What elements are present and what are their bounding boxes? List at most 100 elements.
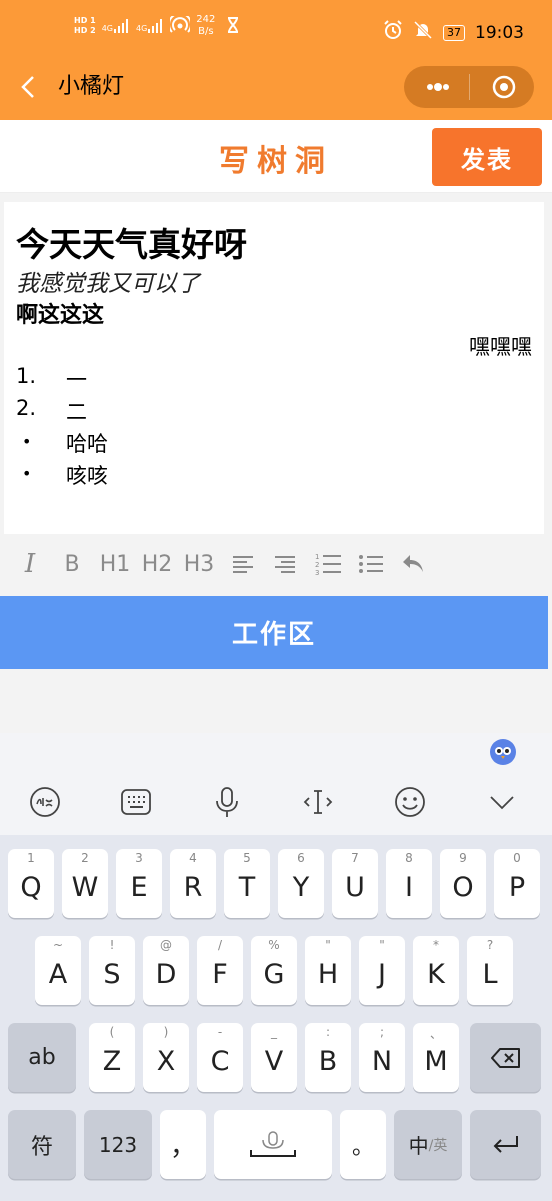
key-v[interactable]: _ V [251, 1023, 297, 1092]
key-hint: % [268, 938, 280, 952]
battery-icon: 37 [443, 24, 465, 41]
undo-icon[interactable] [398, 546, 428, 582]
key-l[interactable]: ? L [467, 936, 513, 1005]
key-hint: " [379, 938, 385, 952]
backspace-key[interactable] [470, 1023, 541, 1092]
key-h[interactable]: " H [305, 936, 351, 1005]
key-g[interactable]: % G [251, 936, 297, 1005]
key-j[interactable]: " J [359, 936, 405, 1005]
key-e[interactable]: 3E [116, 849, 162, 918]
cursor-move-icon[interactable] [300, 784, 336, 820]
emoji-icon[interactable] [392, 784, 428, 820]
key-letter: Q [20, 872, 42, 903]
publish-button[interactable]: 发表 [432, 128, 542, 186]
workarea-button[interactable]: 工作区 [0, 596, 548, 669]
italic-icon[interactable]: I [16, 546, 44, 582]
key-letter: M [424, 1046, 448, 1077]
key-s[interactable]: ! S [89, 936, 135, 1005]
key-f[interactable]: / F [197, 936, 243, 1005]
capsule-divider [469, 74, 470, 100]
back-icon[interactable] [14, 72, 44, 102]
h3-icon[interactable]: H3 [182, 546, 216, 582]
key-hint: ( [109, 1025, 115, 1039]
key-a[interactable]: ~ A [35, 936, 81, 1005]
signal2-icon: 4G [136, 19, 164, 33]
ordered-list-icon[interactable]: 123 [312, 546, 344, 582]
key-x[interactable]: ) X [143, 1023, 189, 1092]
space-key[interactable] [214, 1110, 332, 1179]
key-hint: 8 [405, 851, 413, 865]
key-b[interactable]: :B [305, 1023, 351, 1092]
align-right-icon[interactable] [270, 546, 300, 582]
key-hint: ; [379, 1025, 385, 1039]
enter-icon [493, 1135, 518, 1153]
svg-text:2: 2 [315, 561, 319, 569]
hotspot-icon [168, 12, 193, 37]
key-t[interactable]: 5T [224, 849, 270, 918]
key-p[interactable]: 0P [494, 849, 540, 918]
lang-alt: /英 [428, 1137, 448, 1154]
key-w[interactable]: 2W [62, 849, 108, 918]
hourglass-icon [227, 16, 239, 36]
key-c[interactable]: -C [197, 1023, 243, 1092]
key-u[interactable]: 7U [332, 849, 378, 918]
editor-heading: 今天天气真好呀 [16, 225, 247, 264]
key-o[interactable]: 9O [440, 849, 486, 918]
handwriting-icon[interactable] [27, 784, 63, 820]
keyboard-switch-icon[interactable] [118, 784, 154, 820]
key-hint: 6 [297, 851, 305, 865]
bold-icon[interactable]: B [58, 546, 86, 582]
h1-icon[interactable]: H1 [98, 546, 132, 582]
key-d[interactable]: @ D [143, 936, 189, 1005]
sim1-label: HD 1 [74, 16, 96, 25]
period-key[interactable]: 。 [340, 1110, 386, 1179]
key-hint: * [433, 938, 439, 952]
key-r[interactable]: 4R [170, 849, 216, 918]
key-m[interactable]: 、 M [413, 1023, 459, 1092]
more-icon[interactable] [420, 72, 456, 102]
symbol-key[interactable]: 符 [8, 1110, 76, 1179]
list-number: 1. [16, 364, 37, 388]
key-hint: : [325, 1025, 331, 1039]
key-letter: A [48, 959, 68, 990]
key-k[interactable]: * K [413, 936, 459, 1005]
key-q[interactable]: 1Q [8, 849, 54, 918]
bullet-list-item: • 咳咳 [22, 460, 108, 490]
key-hint: 3 [135, 851, 143, 865]
key-n[interactable]: ; N [359, 1023, 405, 1092]
svg-text:3: 3 [315, 569, 319, 576]
sim2-label: HD 2 [74, 26, 96, 35]
key-letter: G [263, 959, 285, 990]
bullet-list-icon[interactable] [356, 546, 386, 582]
ab-key[interactable]: ab [8, 1023, 76, 1092]
key-letter: U [345, 872, 365, 903]
key-z[interactable]: (Z [89, 1023, 135, 1092]
microphone-icon[interactable] [209, 784, 245, 820]
close-miniprogram-icon[interactable] [488, 72, 520, 102]
key-y[interactable]: 6Y [278, 849, 324, 918]
key-hint: ? [486, 938, 494, 952]
h2-icon[interactable]: H2 [140, 546, 174, 582]
key-letter: H [317, 959, 339, 990]
key-letter: X [156, 1046, 176, 1077]
comma-key[interactable]: ， [160, 1110, 206, 1179]
enter-key[interactable] [470, 1110, 541, 1179]
assistant-bird-icon[interactable] [488, 737, 518, 767]
key-hint: ! [109, 938, 115, 952]
key-hint: ~ [52, 938, 64, 952]
key-i[interactable]: 8I [386, 849, 432, 918]
key-letter: S [103, 959, 121, 990]
key-hint: / [217, 938, 223, 952]
editor-right-aligned-line: 嘿嘿嘿 [469, 335, 532, 359]
language-switch-key[interactable]: 中/英 [394, 1110, 462, 1179]
align-left-icon[interactable] [228, 546, 258, 582]
key-letter: F [212, 959, 228, 990]
number-key[interactable]: 123 [84, 1110, 152, 1179]
collapse-keyboard-icon[interactable] [484, 784, 520, 820]
space-mic-icon [250, 1130, 296, 1157]
status-right: 37 19:03 [383, 20, 524, 45]
list-text: 二 [66, 400, 87, 424]
key-letter: J [378, 959, 386, 990]
backspace-icon [490, 1047, 520, 1068]
key-hint: 5 [243, 851, 251, 865]
